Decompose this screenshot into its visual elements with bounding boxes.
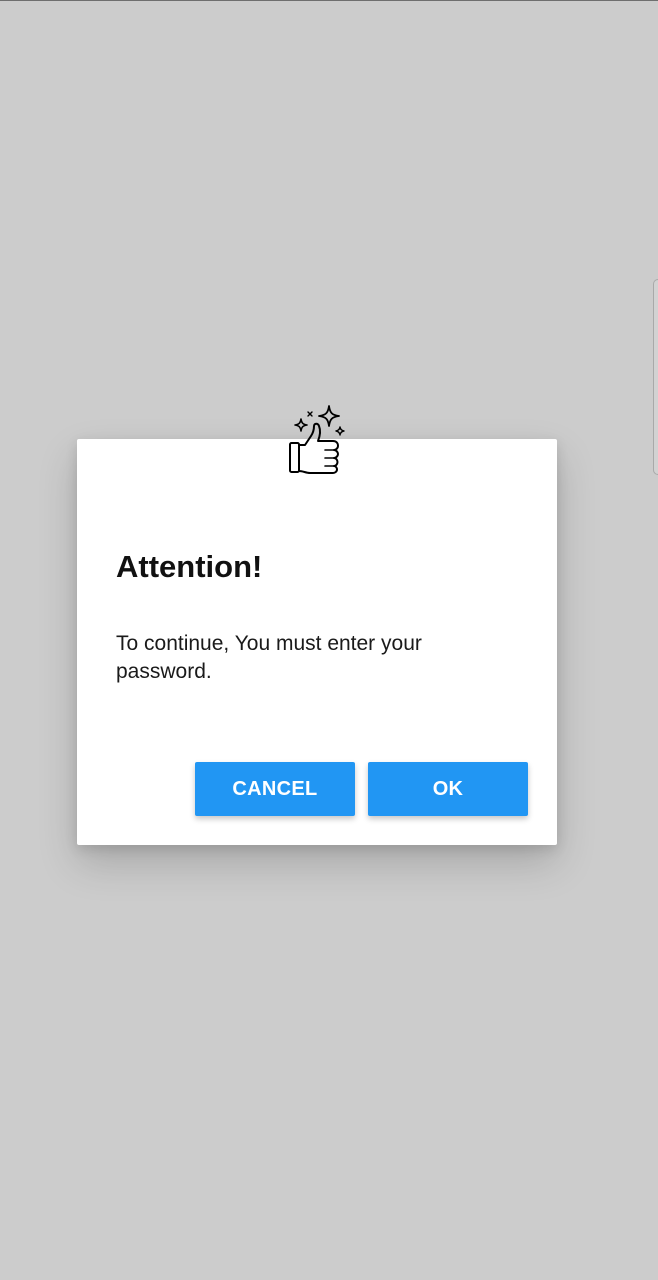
ok-button[interactable]: OK xyxy=(368,762,528,816)
dialog-title: Attention! xyxy=(116,549,263,584)
dialog-message: To continue, You must enter your passwor… xyxy=(116,632,422,683)
cancel-button[interactable]: CANCEL xyxy=(195,762,355,816)
alert-dialog: Attention! To continue, You must enter y… xyxy=(77,405,557,845)
thumbs-up-sparkles-icon xyxy=(288,405,348,475)
screen-background: Attention! To continue, You must enter y… xyxy=(0,0,658,1280)
edge-panel-handle[interactable] xyxy=(653,279,658,475)
